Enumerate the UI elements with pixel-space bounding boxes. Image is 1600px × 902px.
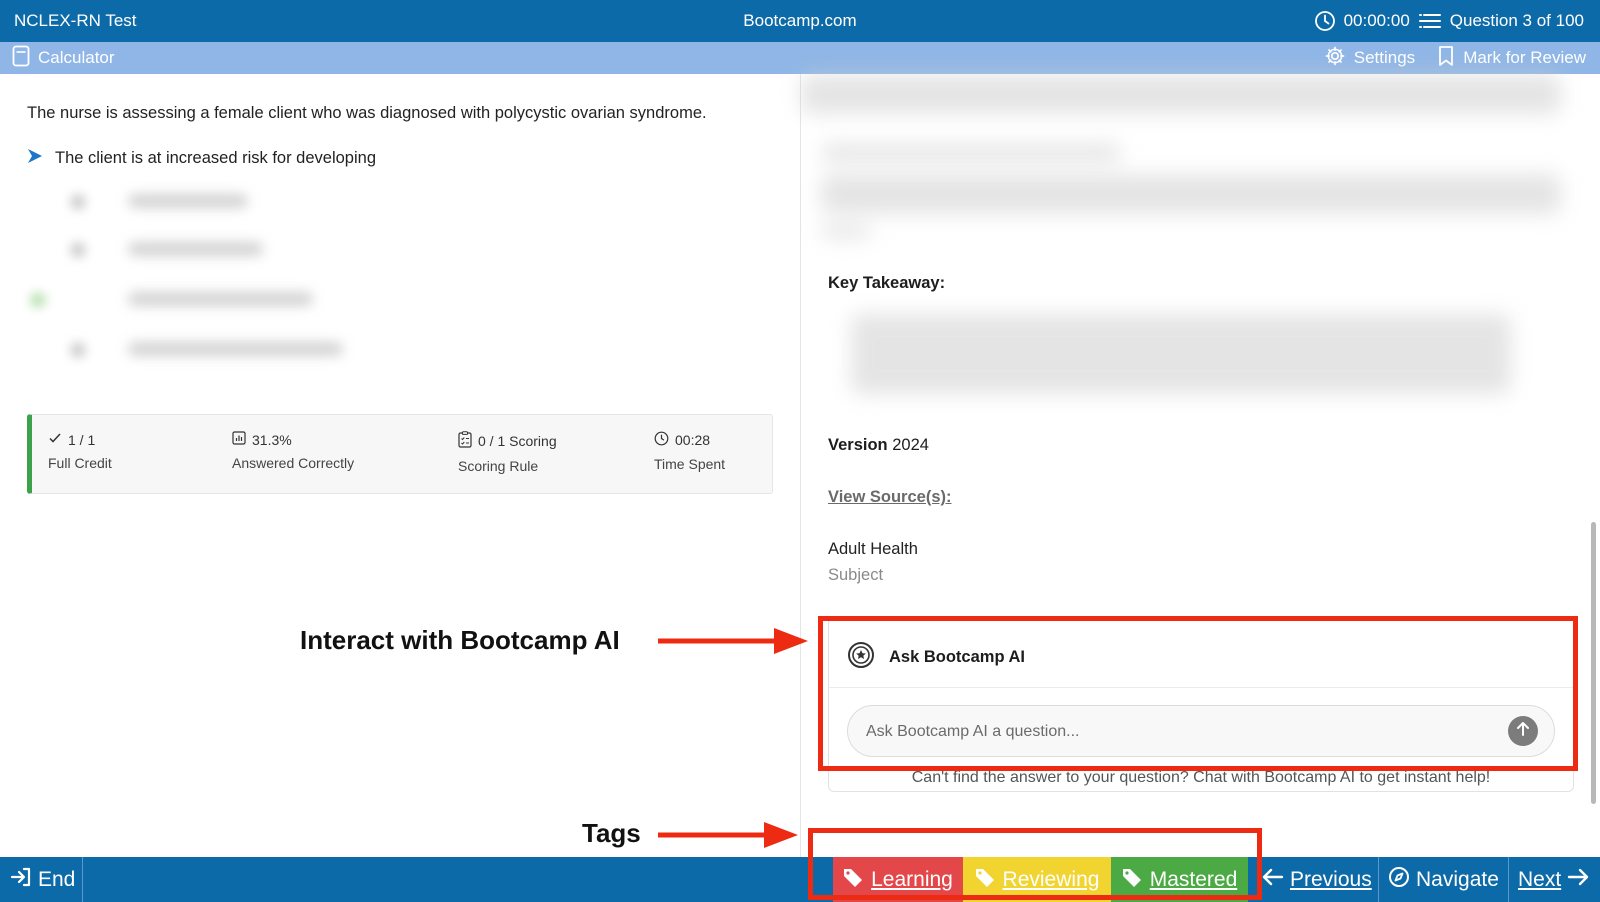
check-icon [48, 431, 62, 448]
bookmark-icon [1437, 45, 1455, 72]
tags-annotation-label: Tags [582, 818, 641, 848]
version-line: Version 2024 [828, 436, 929, 455]
scrollbar[interactable] [1591, 522, 1596, 804]
question-counter: Question 3 of 100 [1449, 11, 1584, 30]
arrow-right-icon [27, 148, 43, 169]
credit-label: Full Credit [48, 455, 112, 471]
tags-annotation-arrow [658, 822, 798, 848]
previous-label: Previous [1290, 867, 1372, 891]
bar-chart-icon [232, 431, 246, 448]
stat-scoring: 0 / 1 Scoring Scoring Rule [458, 431, 557, 474]
mark-for-review-button[interactable]: Mark for Review [1437, 45, 1586, 72]
bottom-separator [82, 857, 83, 902]
scoring-label: Scoring Rule [458, 458, 539, 474]
calculator-label: Calculator [38, 48, 115, 67]
timer-value: 00:00:00 [1343, 11, 1410, 30]
next-button[interactable]: Next [1518, 857, 1589, 902]
next-label: Next [1518, 867, 1562, 891]
bottom-separator [1508, 857, 1509, 902]
end-button[interactable]: End [10, 857, 75, 902]
clipboard-icon [458, 431, 472, 451]
percent-value: 31.3% [252, 431, 292, 448]
settings-label: Settings [1353, 48, 1416, 67]
ai-annotation-box [818, 616, 1578, 771]
percent-label: Answered Correctly [232, 455, 355, 471]
ask-ai-help-text: Can't find the answer to your question? … [911, 769, 1491, 786]
calculator-icon [12, 45, 30, 72]
calculator-button[interactable]: Calculator [12, 45, 115, 72]
tags-annotation-box [808, 828, 1262, 900]
app-title: NCLEX-RN Test [14, 11, 137, 30]
view-sources-link[interactable]: View Source(s): [828, 488, 951, 507]
question-stem: The client is at increased risk for deve… [27, 148, 376, 169]
navigate-button[interactable]: Navigate [1388, 857, 1499, 902]
question-stats-panel: 1 / 1 Full Credit 31.3% Answered Correct… [27, 414, 773, 494]
top-bar: NCLEX-RN Test Bootcamp.com 00:00:00 Ques… [0, 0, 1600, 42]
arrow-left-icon [1262, 868, 1284, 892]
stat-percent: 31.3% Answered Correctly [232, 431, 354, 471]
stat-credit: 1 / 1 Full Credit [48, 431, 112, 472]
gear-icon [1324, 45, 1346, 72]
exit-icon [10, 867, 32, 893]
arrow-right-icon [1567, 868, 1589, 892]
compass-icon [1388, 866, 1410, 894]
settings-button[interactable]: Settings [1324, 45, 1415, 72]
subject-label: Subject [828, 566, 884, 584]
time-value: 00:28 [675, 432, 711, 448]
key-takeaway-heading: Key Takeaway: [828, 274, 946, 292]
previous-button[interactable]: Previous [1262, 857, 1372, 902]
mark-for-review-label: Mark for Review [1463, 48, 1586, 67]
subject-value: Adult Health [828, 540, 918, 558]
bottom-separator [1378, 857, 1379, 902]
stat-time: 00:28 Time Spent [654, 431, 725, 472]
version-value: 2024 [892, 436, 929, 454]
question-pane: The nurse is assessing a female client w… [0, 74, 800, 857]
credit-value: 1 / 1 [68, 431, 96, 448]
ai-annotation-label: Interact with Bootcamp AI [300, 625, 620, 655]
scoring-value: 0 / 1 Scoring [478, 433, 557, 449]
clock-icon [654, 431, 669, 449]
version-label: Version [828, 436, 888, 454]
question-text: The nurse is assessing a female client w… [27, 104, 707, 122]
top-bar-status: 00:00:00 Question 3 of 100 [1314, 10, 1584, 32]
bottom-bar: End Learning Reviewing Mastered Previous… [0, 857, 1600, 902]
time-label: Time Spent [654, 456, 726, 472]
ai-annotation-arrow [658, 628, 808, 654]
sub-toolbar: Calculator Settings Mark for Review [0, 42, 1600, 74]
end-label: End [38, 867, 76, 891]
navigate-label: Navigate [1416, 867, 1499, 891]
list-icon [1418, 12, 1442, 30]
clock-icon [1314, 10, 1336, 32]
question-stem-text: The client is at increased risk for deve… [55, 149, 376, 167]
